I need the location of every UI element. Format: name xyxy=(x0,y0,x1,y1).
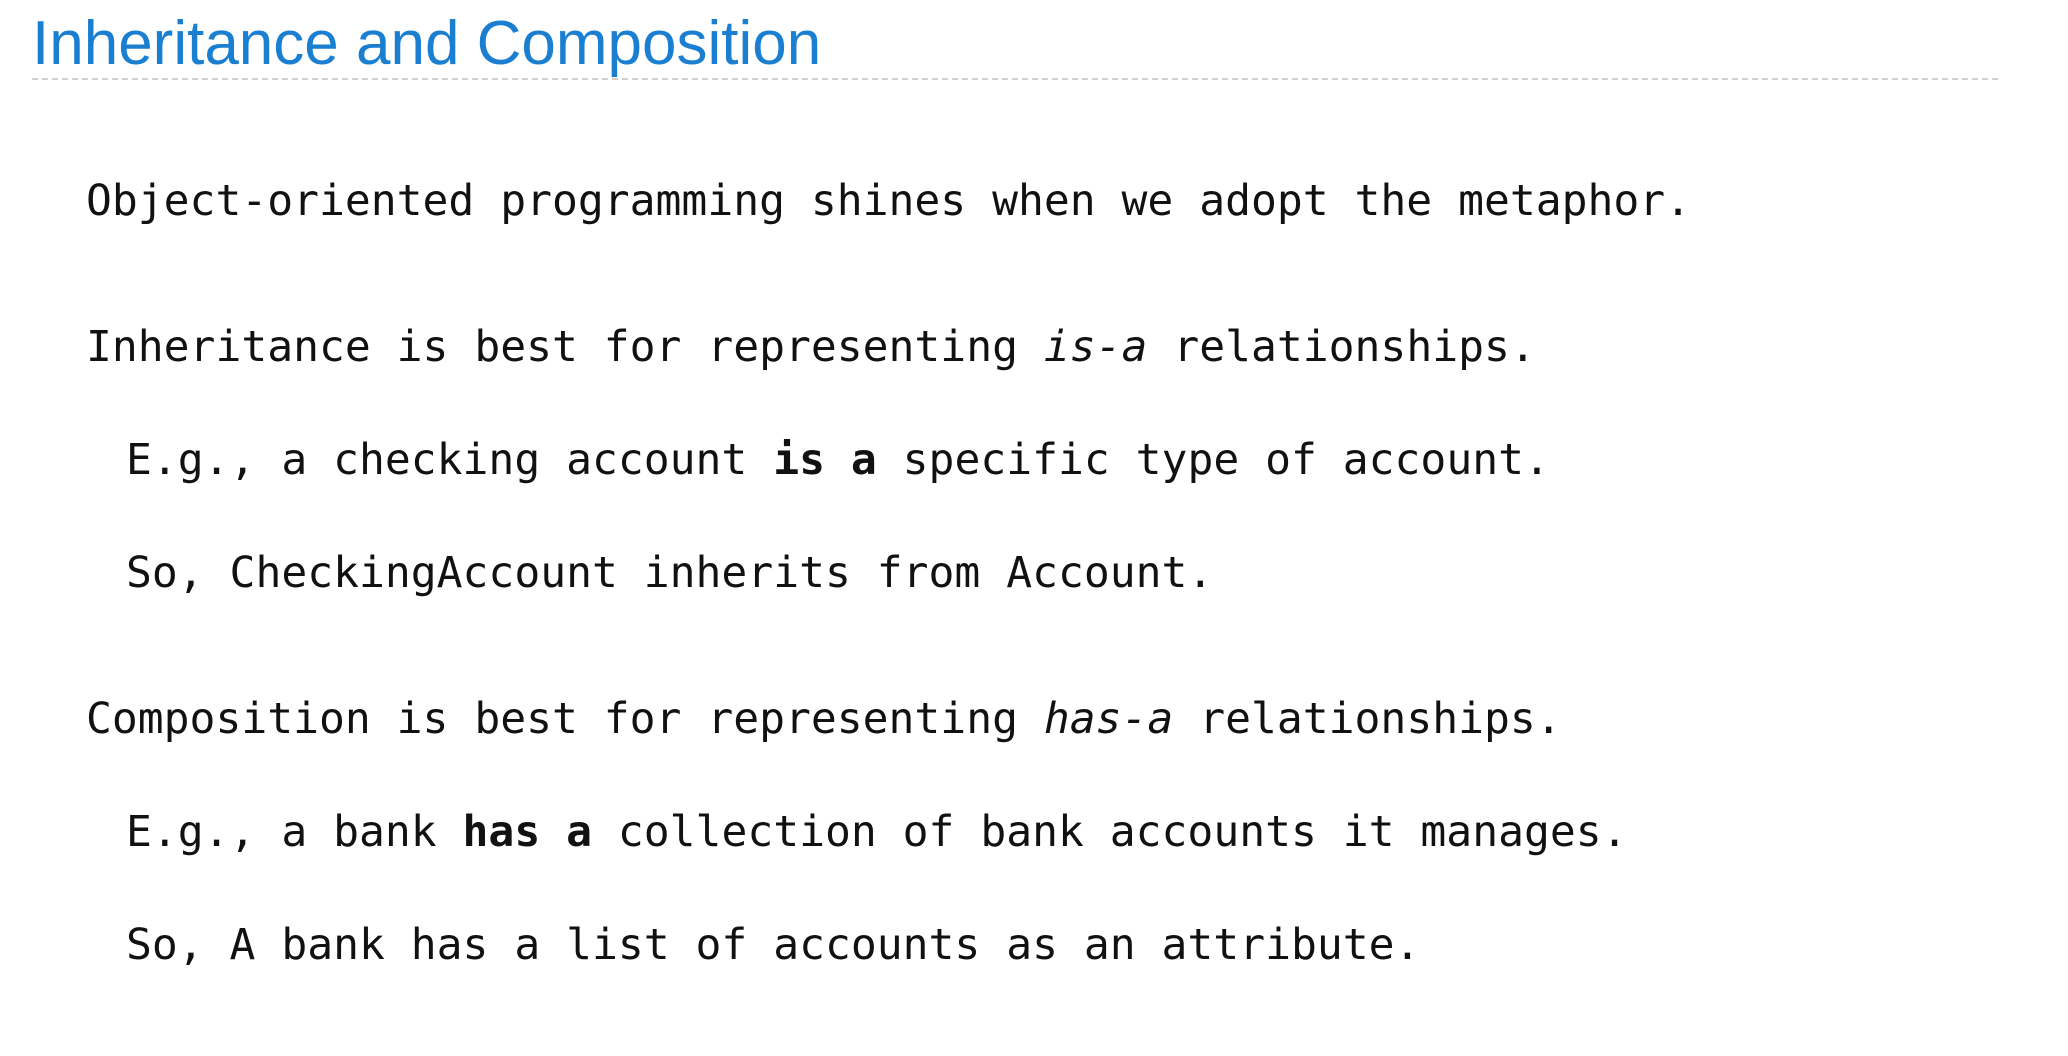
inheritance-example-strong: is a xyxy=(773,435,877,485)
intro-line: Object-oriented programming shines when … xyxy=(86,174,1691,228)
composition-example-line: E.g., a bank has a collection of bank ac… xyxy=(126,805,1628,859)
inheritance-lead-emphasis: is-a xyxy=(1043,322,1148,372)
composition-conclusion: So, A bank has a list of accounts as an … xyxy=(126,920,1421,970)
inheritance-conclusion: So, CheckingAccount inherits from Accoun… xyxy=(126,548,1214,598)
inheritance-lead-after: relationships. xyxy=(1147,322,1536,372)
composition-lead-emphasis: has-a xyxy=(1043,694,1174,744)
composition-lead-line: Composition is best for representing has… xyxy=(86,692,1562,746)
inheritance-example-after: specific type of account. xyxy=(876,435,1550,485)
composition-example-after: collection of bank accounts it manages. xyxy=(592,807,1628,857)
title-divider xyxy=(32,78,1998,80)
intro-text: Object-oriented programming shines when … xyxy=(86,176,1692,226)
composition-lead-after: relationships. xyxy=(1173,694,1562,744)
slide: Inheritance and Composition Object-orien… xyxy=(0,0,2068,1056)
composition-example-strong: has a xyxy=(462,807,592,857)
composition-conclusion-line: So, A bank has a list of accounts as an … xyxy=(126,918,1420,972)
slide-title: Inheritance and Composition xyxy=(32,9,822,78)
inheritance-conclusion-line: So, CheckingAccount inherits from Accoun… xyxy=(126,546,1213,600)
inheritance-example-line: E.g., a checking account is a specific t… xyxy=(126,433,1550,487)
inheritance-lead-line: Inheritance is best for representing is-… xyxy=(86,320,1536,374)
composition-lead-before: Composition is best for representing xyxy=(86,694,1044,744)
composition-example-before: E.g., a bank xyxy=(126,807,463,857)
inheritance-lead-before: Inheritance is best for representing xyxy=(86,322,1044,372)
inheritance-example-before: E.g., a checking account xyxy=(126,435,774,485)
